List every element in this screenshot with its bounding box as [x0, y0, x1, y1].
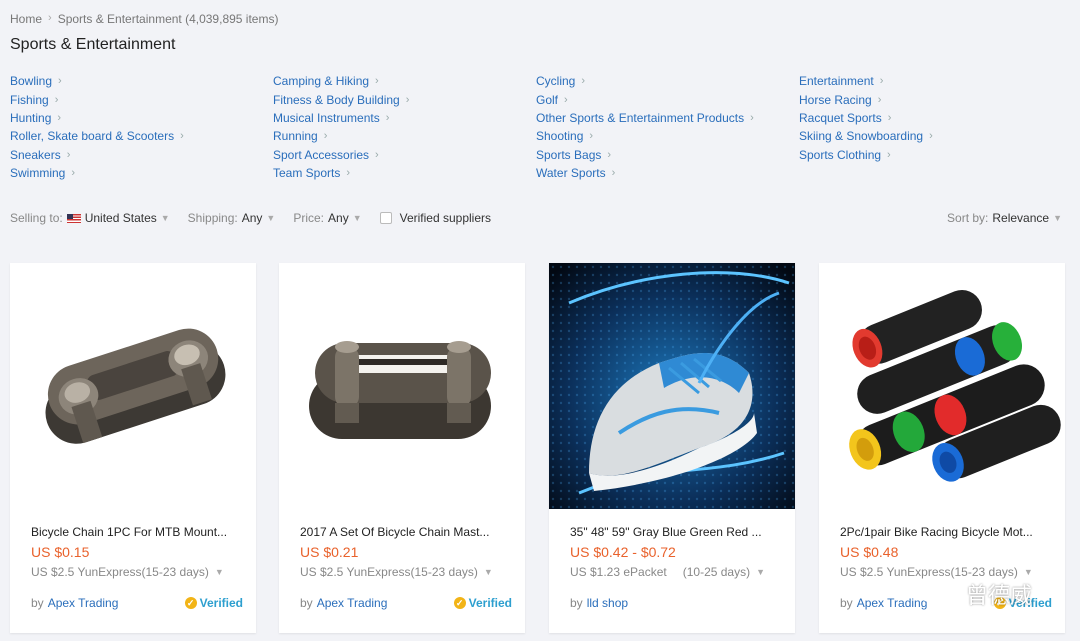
selling-to-dropdown[interactable]: Selling to: United States ▼ — [10, 211, 170, 225]
page-title: Sports & Entertainment — [10, 36, 176, 53]
category-link[interactable]: Sports Clothing › — [799, 146, 1062, 164]
shipping-info[interactable]: US $2.5 YunExpress (15-23 days) ▼ — [31, 565, 241, 579]
breadcrumb: Home › Sports & Entertainment (4,039,895… — [10, 12, 278, 26]
category-link[interactable]: Cycling › — [536, 72, 799, 90]
product-image[interactable] — [279, 263, 525, 509]
product-image[interactable] — [819, 263, 1065, 509]
sort-dropdown[interactable]: Sort by: Relevance ▼ — [947, 211, 1062, 225]
chevron-right-icon: › — [48, 12, 52, 24]
chevron-right-icon: › — [929, 130, 933, 143]
product-price: US $0.48 — [840, 544, 899, 560]
breadcrumb-current: Sports & Entertainment (4,039,895 items) — [57, 12, 279, 26]
chevron-right-icon: › — [611, 167, 616, 180]
price-dropdown[interactable]: Price: Any ▼ — [293, 211, 361, 225]
category-link[interactable]: Swimming › — [10, 164, 273, 182]
category-link[interactable]: Water Sports › — [536, 164, 799, 182]
seller-link[interactable]: Apex Trading — [48, 596, 119, 610]
category-link[interactable]: Fitness & Body Building › — [273, 90, 536, 108]
category-link[interactable]: Horse Racing › — [799, 90, 1062, 108]
product-price: US $0.15 — [31, 544, 90, 560]
chevron-down-icon: ▼ — [160, 213, 170, 223]
chevron-right-icon: › — [607, 148, 612, 161]
category-link[interactable]: Racquet Sports › — [799, 109, 1062, 127]
product-grid: Bicycle Chain 1PC For MTB Mount... US $0… — [10, 263, 1070, 641]
seller-link[interactable]: lld shop — [587, 596, 628, 610]
product-title[interactable]: Bicycle Chain 1PC For MTB Mount... — [31, 525, 241, 541]
chevron-down-icon: ▼ — [266, 213, 276, 223]
chevron-right-icon: › — [750, 111, 754, 124]
category-link[interactable]: Other Sports & Entertainment Products › — [536, 109, 799, 127]
product-price: US $0.21 — [300, 544, 359, 560]
product-title[interactable]: 35" 48" 59" Gray Blue Green Red ... — [570, 525, 780, 541]
chevron-right-icon: › — [180, 130, 184, 143]
shipping-info[interactable]: US $1.23 ePacket (10-25 days) ▼ — [570, 565, 780, 579]
chevron-down-icon: ▼ — [483, 567, 493, 577]
chevron-right-icon: › — [66, 148, 71, 161]
chevron-right-icon: › — [879, 75, 884, 88]
chevron-right-icon: › — [71, 167, 76, 180]
chevron-right-icon: › — [346, 167, 351, 180]
product-price: US $0.42 - $0.72 — [570, 544, 676, 560]
category-link[interactable]: Sports Bags › — [536, 146, 799, 164]
check-icon: ✓ — [184, 597, 197, 609]
us-flag-icon — [66, 213, 81, 223]
shipping-info[interactable]: US $2.5 YunExpress (15-23 days) ▼ — [840, 565, 1050, 579]
product-card[interactable]: Bicycle Chain 1PC For MTB Mount... US $0… — [10, 263, 256, 633]
breadcrumb-home[interactable]: Home — [10, 12, 42, 26]
wechat-icon — [919, 581, 956, 606]
product-title[interactable]: 2017 A Set Of Bicycle Chain Mast... — [300, 525, 510, 541]
verified-badge: ✓ Verified — [184, 596, 243, 610]
chevron-right-icon: › — [57, 111, 62, 124]
category-link[interactable]: Fishing › — [10, 90, 273, 108]
category-link[interactable]: Hunting › — [10, 109, 273, 127]
category-link[interactable]: Sneakers › — [10, 146, 273, 164]
chevron-right-icon: › — [887, 111, 892, 124]
chevron-right-icon: › — [887, 148, 891, 161]
check-icon: ✓ — [453, 597, 466, 609]
chevron-right-icon: › — [375, 75, 379, 88]
watermark: 曾德威 — [918, 578, 1032, 610]
shipping-info[interactable]: US $2.5 YunExpress (15-23 days) ▼ — [300, 565, 510, 579]
chevron-down-icon: ▼ — [352, 213, 362, 223]
seller-link[interactable]: Apex Trading — [857, 596, 928, 610]
category-link[interactable]: Shooting › — [536, 127, 799, 145]
product-card[interactable]: 2017 A Set Of Bicycle Chain Mast... US $… — [279, 263, 525, 633]
verified-suppliers-checkbox[interactable] — [379, 212, 392, 224]
product-image[interactable] — [549, 263, 795, 509]
chevron-right-icon: › — [54, 93, 59, 106]
verified-badge: ✓ Verified — [453, 596, 512, 610]
seller-link[interactable]: Apex Trading — [317, 596, 388, 610]
chevron-right-icon: › — [375, 148, 379, 161]
filter-bar: Selling to: United States ▼ Shipping: An… — [10, 208, 1070, 228]
category-link[interactable]: Golf › — [536, 90, 799, 108]
chevron-right-icon: › — [58, 75, 62, 88]
category-link[interactable]: Entertainment › — [799, 72, 1062, 90]
chevron-right-icon: › — [589, 130, 594, 143]
product-card[interactable]: 35" 48" 59" Gray Blue Green Red ... US $… — [549, 263, 795, 633]
verified-suppliers-filter[interactable]: Verified suppliers — [379, 211, 491, 225]
chevron-right-icon: › — [877, 93, 882, 106]
chevron-right-icon: › — [581, 75, 586, 88]
category-link[interactable]: Musical Instruments › — [273, 109, 536, 127]
shipping-dropdown[interactable]: Shipping: Any ▼ — [188, 211, 276, 225]
chevron-down-icon: ▼ — [756, 567, 766, 577]
category-link[interactable]: Bowling › — [10, 72, 273, 90]
product-image[interactable] — [10, 263, 256, 509]
category-link[interactable]: Roller, Skate board & Scooters › — [10, 127, 273, 145]
chevron-right-icon: › — [405, 93, 410, 106]
category-link[interactable]: Camping & Hiking › — [273, 72, 536, 90]
category-link[interactable]: Team Sports › — [273, 164, 536, 182]
product-title[interactable]: 2Pc/1pair Bike Racing Bicycle Mot... — [840, 525, 1050, 541]
chevron-right-icon: › — [323, 130, 328, 143]
category-link[interactable]: Skiing & Snowboarding › — [799, 127, 1062, 145]
chevron-right-icon: › — [564, 93, 568, 106]
chevron-down-icon: ▼ — [1023, 567, 1033, 577]
category-list: Bowling › Fishing › Hunting › Roller, Skate… — [10, 72, 1070, 182]
chevron-right-icon: › — [385, 111, 390, 124]
chevron-down-icon: ▼ — [1053, 213, 1062, 223]
category-link[interactable]: Running › — [273, 127, 536, 145]
chevron-down-icon: ▼ — [214, 567, 224, 577]
category-link[interactable]: Sport Accessories › — [273, 146, 536, 164]
